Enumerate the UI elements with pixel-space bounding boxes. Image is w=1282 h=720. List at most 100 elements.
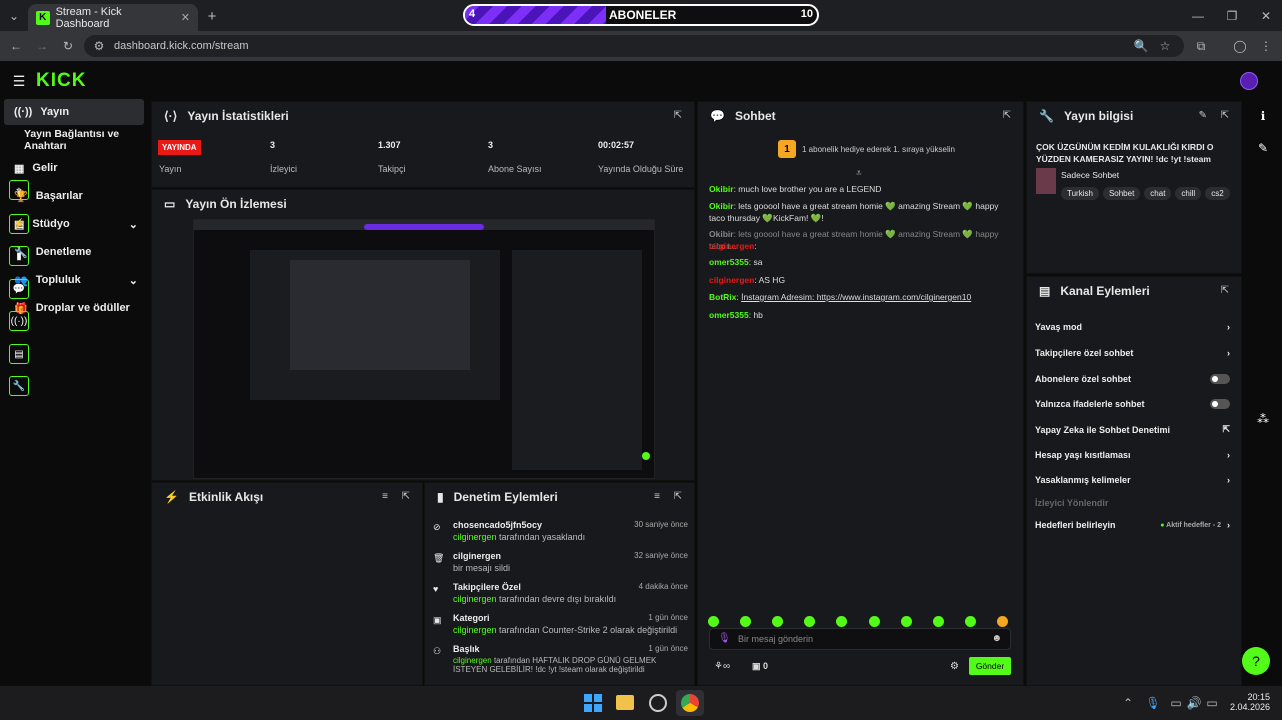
user-avatar[interactable] (1240, 72, 1258, 90)
external-link-icon: ⇱ (1222, 424, 1230, 434)
banned-words-row[interactable]: Yasaklanmış kelimeler › (1035, 475, 1230, 485)
emote-icon[interactable] (708, 616, 719, 627)
hamburger-menu-icon[interactable]: ☰ (11, 73, 27, 89)
zoom-icon[interactable]: 🔍 (1133, 38, 1149, 54)
tray-chevron-icon[interactable]: ⌃ (1120, 696, 1136, 710)
send-button[interactable]: Gönder (969, 657, 1011, 675)
stats-icon: ⟨·⟩ (164, 109, 178, 123)
emote-icon[interactable] (932, 616, 944, 627)
tag-chip[interactable]: Sohbet (1102, 187, 1141, 200)
network-icon[interactable]: ▭ (1168, 696, 1184, 710)
subs-only-row[interactable]: Abonelere özel sohbet (1035, 374, 1230, 384)
popout-icon[interactable]: ⇱ (1003, 110, 1011, 121)
start-menu-icon[interactable] (584, 694, 602, 712)
popout-icon[interactable]: ⇱ (674, 491, 682, 502)
rail-lightning-icon[interactable]: ⚡ (9, 214, 29, 234)
rail-channel-icon[interactable]: ▤ (9, 344, 29, 364)
chevron-right-icon: › (1227, 520, 1230, 530)
reload-icon[interactable]: ↻ (60, 38, 76, 54)
emoji-icon[interactable]: ☻ (991, 633, 1002, 644)
popout-icon[interactable]: ⇱ (1221, 285, 1229, 296)
rail-broadcast-icon[interactable]: ((·)) (9, 311, 29, 331)
emote-icon[interactable] (836, 616, 848, 627)
back-icon[interactable]: ← (8, 38, 24, 54)
profile-icon[interactable]: ◯ (1232, 38, 1248, 54)
mic-tray-icon[interactable]: 🎙 (1145, 696, 1161, 710)
sidebar-item-stream-key[interactable]: Yayın Bağlantısı ve Anahtarı (4, 127, 144, 153)
rail-moderation-icon[interactable]: ▮ (9, 246, 29, 266)
tag-chip[interactable]: cs2 (1205, 187, 1230, 200)
chat-input[interactable]: 🎙 Bir mesaj gönderin ☻ (709, 628, 1011, 650)
emote-icon[interactable] (996, 616, 1008, 627)
url-input[interactable]: dashboard.kick.com/stream (84, 35, 1184, 57)
pencil-icon[interactable]: ✎ (1253, 140, 1273, 156)
volume-icon[interactable]: 🔊 (1186, 696, 1202, 710)
tag-chip[interactable]: Turkish (1061, 187, 1099, 200)
chat-message: omer5355: hb (709, 310, 763, 320)
emote-bar (708, 616, 1008, 627)
new-tab-icon[interactable]: + (204, 8, 220, 25)
category-name: Sadece Sohbet (1061, 170, 1120, 180)
filter-icon[interactable]: ≡ (654, 491, 660, 502)
layout-icon[interactable]: ⁂ (1253, 411, 1273, 427)
scroll-down-icon[interactable]: ⩡ (856, 168, 862, 179)
revenue-icon: ▦ (14, 162, 25, 175)
preview-header: ▭ Yayın Ön İzlemesi (164, 197, 287, 211)
tag-chip[interactable]: chill (1175, 187, 1202, 200)
tab-list-icon[interactable]: ⌄ (6, 8, 22, 24)
sidebar-item-gelir[interactable]: ▦ Gelir (4, 155, 144, 181)
popout-icon[interactable]: ⇱ (402, 491, 410, 502)
close-window-icon[interactable]: ✕ (1258, 8, 1274, 24)
info-icon[interactable]: ℹ (1253, 108, 1273, 124)
goals-row[interactable]: Hedefleri belirleyin ● Aktif hedefler - 2… (1035, 520, 1230, 530)
ai-moderation-row[interactable]: Yapay Zeka ile Sohbet Denetimi ⇱ (1035, 424, 1230, 435)
rail-target-icon[interactable]: ⌖ (9, 180, 29, 200)
popout-icon[interactable]: ⇱ (674, 110, 682, 121)
popout-icon[interactable]: ⇱ (1221, 110, 1229, 121)
emote-icon[interactable] (964, 616, 976, 627)
moderation-icon: ▮ (437, 490, 444, 504)
minimize-icon[interactable]: — (1190, 8, 1206, 24)
help-bubble-icon[interactable]: ? (1242, 647, 1270, 675)
tag-chip[interactable]: chat (1144, 187, 1172, 200)
forward-icon[interactable]: → (34, 38, 50, 54)
rail-chat-icon[interactable]: 💬 (9, 279, 29, 299)
kick-favicon-icon: K (36, 10, 50, 25)
stream-preview-video[interactable] (193, 219, 655, 479)
edit-icon[interactable]: ✎ (1199, 110, 1207, 121)
site-info-icon[interactable]: ⚙ (92, 39, 106, 53)
chat-settings-icon[interactable]: ⚙ (950, 661, 959, 672)
account-age-row[interactable]: Hesap yaşı kısıtlaması › (1035, 450, 1230, 460)
followers-only-row[interactable]: Takipçilere özel sohbet › (1035, 348, 1230, 358)
app-icon[interactable] (649, 694, 667, 712)
menu-kebab-icon[interactable]: ⋮ (1258, 38, 1274, 54)
followers-stat: 1.307 Takipçi (378, 140, 406, 174)
preview-panel: ▭ Yayın Ön İzlemesi (151, 189, 695, 481)
chrome-icon[interactable] (681, 694, 699, 712)
sidebar-item-yayin[interactable]: ((·)) Yayın (4, 99, 144, 125)
file-explorer-icon[interactable] (616, 695, 634, 710)
filter-icon[interactable]: ≡ (382, 491, 388, 502)
title-icon: ⚇ (433, 646, 442, 656)
extensions-icon[interactable]: ⧉ (1193, 38, 1209, 54)
kick-logo[interactable]: KICK (36, 70, 86, 92)
emote-only-toggle[interactable] (1210, 399, 1230, 409)
emote-icon[interactable] (900, 616, 912, 627)
emote-icon[interactable] (772, 616, 784, 627)
rail-wrench-icon[interactable]: 🔧 (9, 376, 29, 396)
bookmark-star-icon[interactable]: ☆ (1157, 38, 1173, 54)
battery-icon[interactable]: ▭ (1204, 696, 1220, 710)
clock[interactable]: 20:15 2.04.2026 (1230, 692, 1270, 712)
close-tab-icon[interactable]: ✕ (181, 11, 190, 24)
mic-icon[interactable]: 🎙 (718, 633, 731, 644)
subs-only-toggle[interactable] (1210, 374, 1230, 384)
channel-points-icon[interactable]: ⚘∞ (714, 661, 730, 672)
slow-mode-row[interactable]: Yavaş mod › (1035, 322, 1230, 332)
emote-only-row[interactable]: Yalnızca ifadelerle sohbet (1035, 399, 1230, 409)
emote-icon[interactable] (740, 616, 752, 627)
maximize-icon[interactable]: ❐ (1224, 8, 1240, 24)
emote-icon[interactable] (868, 616, 880, 627)
store-count[interactable]: ▣ 0 (752, 661, 768, 672)
emote-icon[interactable] (804, 616, 816, 627)
browser-tab[interactable]: K Stream - Kick Dashboard ✕ (28, 4, 198, 31)
